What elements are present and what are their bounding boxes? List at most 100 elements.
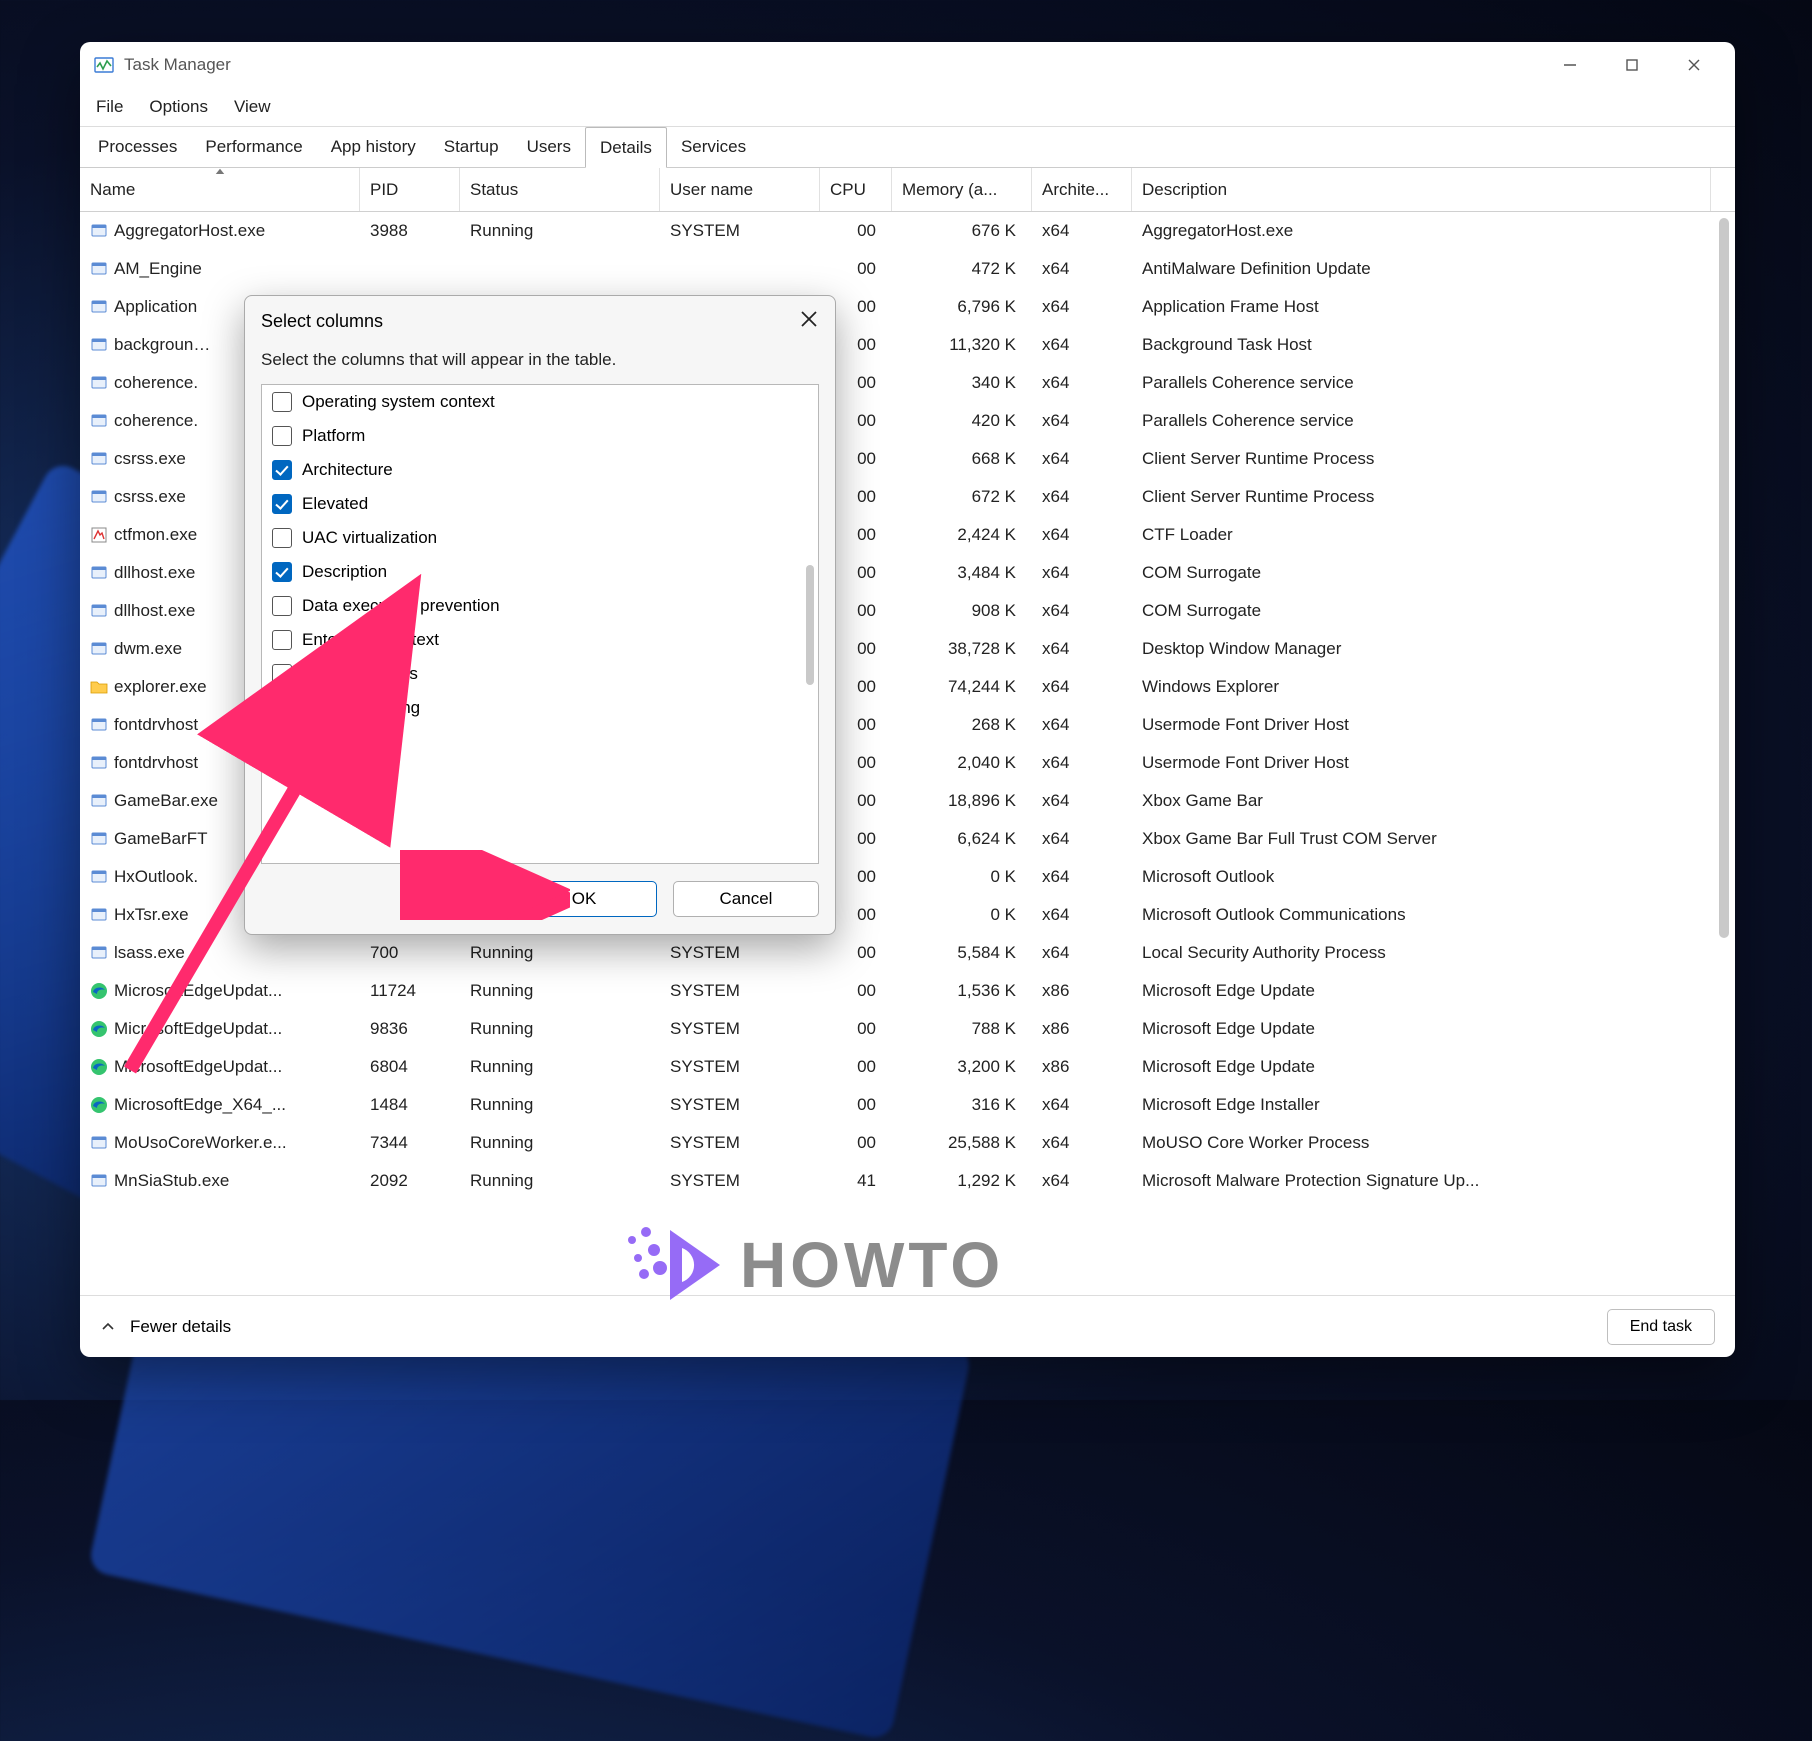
table-row[interactable]: AggregatorHost.exe3988RunningSYSTEM00676… (80, 212, 1735, 250)
table-row[interactable]: MnSiaStub.exe2092RunningSYSTEM411,292 Kx… (80, 1162, 1735, 1200)
cell-mem: 2,424 K (892, 525, 1032, 545)
menubar: File Options View (80, 88, 1735, 126)
column-option[interactable]: Enterprise context (262, 623, 818, 657)
checkbox[interactable] (272, 426, 292, 446)
table-row[interactable]: MicrosoftEdge_X64_...1484RunningSYSTEM00… (80, 1086, 1735, 1124)
column-option[interactable]: Power throttling (262, 691, 818, 725)
cell-name: backgroun… (114, 335, 210, 355)
cell-name: HxTsr.exe (114, 905, 189, 925)
window-title: Task Manager (124, 55, 231, 75)
col-desc[interactable]: Description (1132, 168, 1711, 211)
process-icon (90, 564, 108, 582)
table-row[interactable]: MicrosoftEdgeUpdat...11724RunningSYSTEM0… (80, 972, 1735, 1010)
maximize-button[interactable] (1601, 45, 1663, 85)
cell-mem: 340 K (892, 373, 1032, 393)
checkbox[interactable] (272, 494, 292, 514)
table-row[interactable]: lsass.exe700RunningSYSTEM005,584 Kx64Loc… (80, 934, 1735, 972)
tab-details[interactable]: Details (585, 127, 667, 168)
column-option-label: GPU (302, 732, 339, 752)
column-option[interactable]: GPU (262, 725, 818, 759)
cell-desc: Xbox Game Bar Full Trust COM Server (1132, 829, 1711, 849)
checkbox[interactable] (272, 630, 292, 650)
checkbox[interactable] (272, 392, 292, 412)
menu-file[interactable]: File (96, 97, 123, 117)
cell-cpu: 00 (820, 1133, 892, 1153)
menu-options[interactable]: Options (149, 97, 208, 117)
vertical-scrollbar[interactable] (1719, 218, 1729, 938)
col-cpu[interactable]: CPU (820, 168, 892, 211)
col-arch[interactable]: Archite... (1032, 168, 1132, 211)
cell-arch: x64 (1032, 449, 1132, 469)
table-row[interactable]: MicrosoftEdgeUpdat...6804RunningSYSTEM00… (80, 1048, 1735, 1086)
column-option[interactable]: Architecture (262, 453, 818, 487)
table-header: Name PID Status User name CPU Memory (a.… (80, 168, 1735, 212)
process-icon (90, 260, 108, 278)
cell-name: fontdrvhost (114, 715, 198, 735)
cell-mem: 18,896 K (892, 791, 1032, 811)
cell-name: MoUsoCoreWorker.e... (114, 1133, 287, 1153)
chevron-up-icon (100, 1319, 116, 1335)
column-option[interactable]: Description (262, 555, 818, 589)
cell-user: SYSTEM (660, 1057, 820, 1077)
tab-services[interactable]: Services (667, 127, 760, 167)
table-row[interactable]: AM_Engine00472 Kx64AntiMalware Definitio… (80, 250, 1735, 288)
checkbox[interactable] (272, 460, 292, 480)
cell-status: Running (460, 1057, 660, 1077)
cell-cpu: 00 (820, 1057, 892, 1077)
end-task-button[interactable]: End task (1607, 1309, 1715, 1345)
process-icon (90, 1172, 108, 1190)
checkbox[interactable] (272, 528, 292, 548)
cell-pid: 9836 (360, 1019, 460, 1039)
column-option[interactable]: Platform (262, 419, 818, 453)
cell-desc: Parallels Coherence service (1132, 373, 1711, 393)
cell-status: Running (460, 981, 660, 1001)
col-pid[interactable]: PID (360, 168, 460, 211)
fewer-details-link[interactable]: Fewer details (130, 1317, 231, 1337)
cell-mem: 472 K (892, 259, 1032, 279)
col-name[interactable]: Name (80, 168, 360, 211)
cell-desc: Client Server Runtime Process (1132, 449, 1711, 469)
tab-performance[interactable]: Performance (191, 127, 316, 167)
tab-startup[interactable]: Startup (430, 127, 513, 167)
columns-list[interactable]: Operating system contextPlatformArchitec… (261, 384, 819, 864)
cell-name: MicrosoftEdgeUpdat... (114, 981, 282, 1001)
tab-app-history[interactable]: App history (317, 127, 430, 167)
minimize-button[interactable] (1539, 45, 1601, 85)
cell-arch: x64 (1032, 221, 1132, 241)
cell-mem: 11,320 K (892, 335, 1032, 355)
tab-users[interactable]: Users (513, 127, 585, 167)
ok-button[interactable]: OK (511, 881, 657, 917)
col-memory[interactable]: Memory (a... (892, 168, 1032, 211)
column-option[interactable]: Data execution prevention (262, 589, 818, 623)
watermark: HOWTO (620, 1210, 1004, 1320)
cell-name: coherence. (114, 373, 198, 393)
checkbox[interactable] (272, 562, 292, 582)
checkbox[interactable] (272, 732, 292, 752)
dialog-scrollbar[interactable] (806, 565, 814, 685)
col-user[interactable]: User name (660, 168, 820, 211)
checkbox[interactable] (272, 698, 292, 718)
close-button[interactable] (1663, 45, 1725, 85)
cancel-button[interactable]: Cancel (673, 881, 819, 917)
column-option[interactable]: DPI Awareness (262, 657, 818, 691)
checkbox[interactable] (272, 596, 292, 616)
column-option[interactable]: Elevated (262, 487, 818, 521)
process-icon (90, 792, 108, 810)
cell-desc: AggregatorHost.exe (1132, 221, 1711, 241)
table-row[interactable]: MoUsoCoreWorker.e...7344RunningSYSTEM002… (80, 1124, 1735, 1162)
dialog-close-button[interactable] (799, 309, 819, 334)
cell-arch: x64 (1032, 753, 1132, 773)
process-icon (90, 906, 108, 924)
column-option[interactable]: Operating system context (262, 385, 818, 419)
checkbox[interactable] (272, 664, 292, 684)
cell-arch: x64 (1032, 791, 1132, 811)
cell-arch: x64 (1032, 1133, 1132, 1153)
cell-desc: Microsoft Outlook Communications (1132, 905, 1711, 925)
cell-mem: 1,292 K (892, 1171, 1032, 1191)
tab-processes[interactable]: Processes (84, 127, 191, 167)
table-row[interactable]: MicrosoftEdgeUpdat...9836RunningSYSTEM00… (80, 1010, 1735, 1048)
menu-view[interactable]: View (234, 97, 271, 117)
cell-status: Running (460, 1095, 660, 1115)
column-option[interactable]: UAC virtualization (262, 521, 818, 555)
col-status[interactable]: Status (460, 168, 660, 211)
